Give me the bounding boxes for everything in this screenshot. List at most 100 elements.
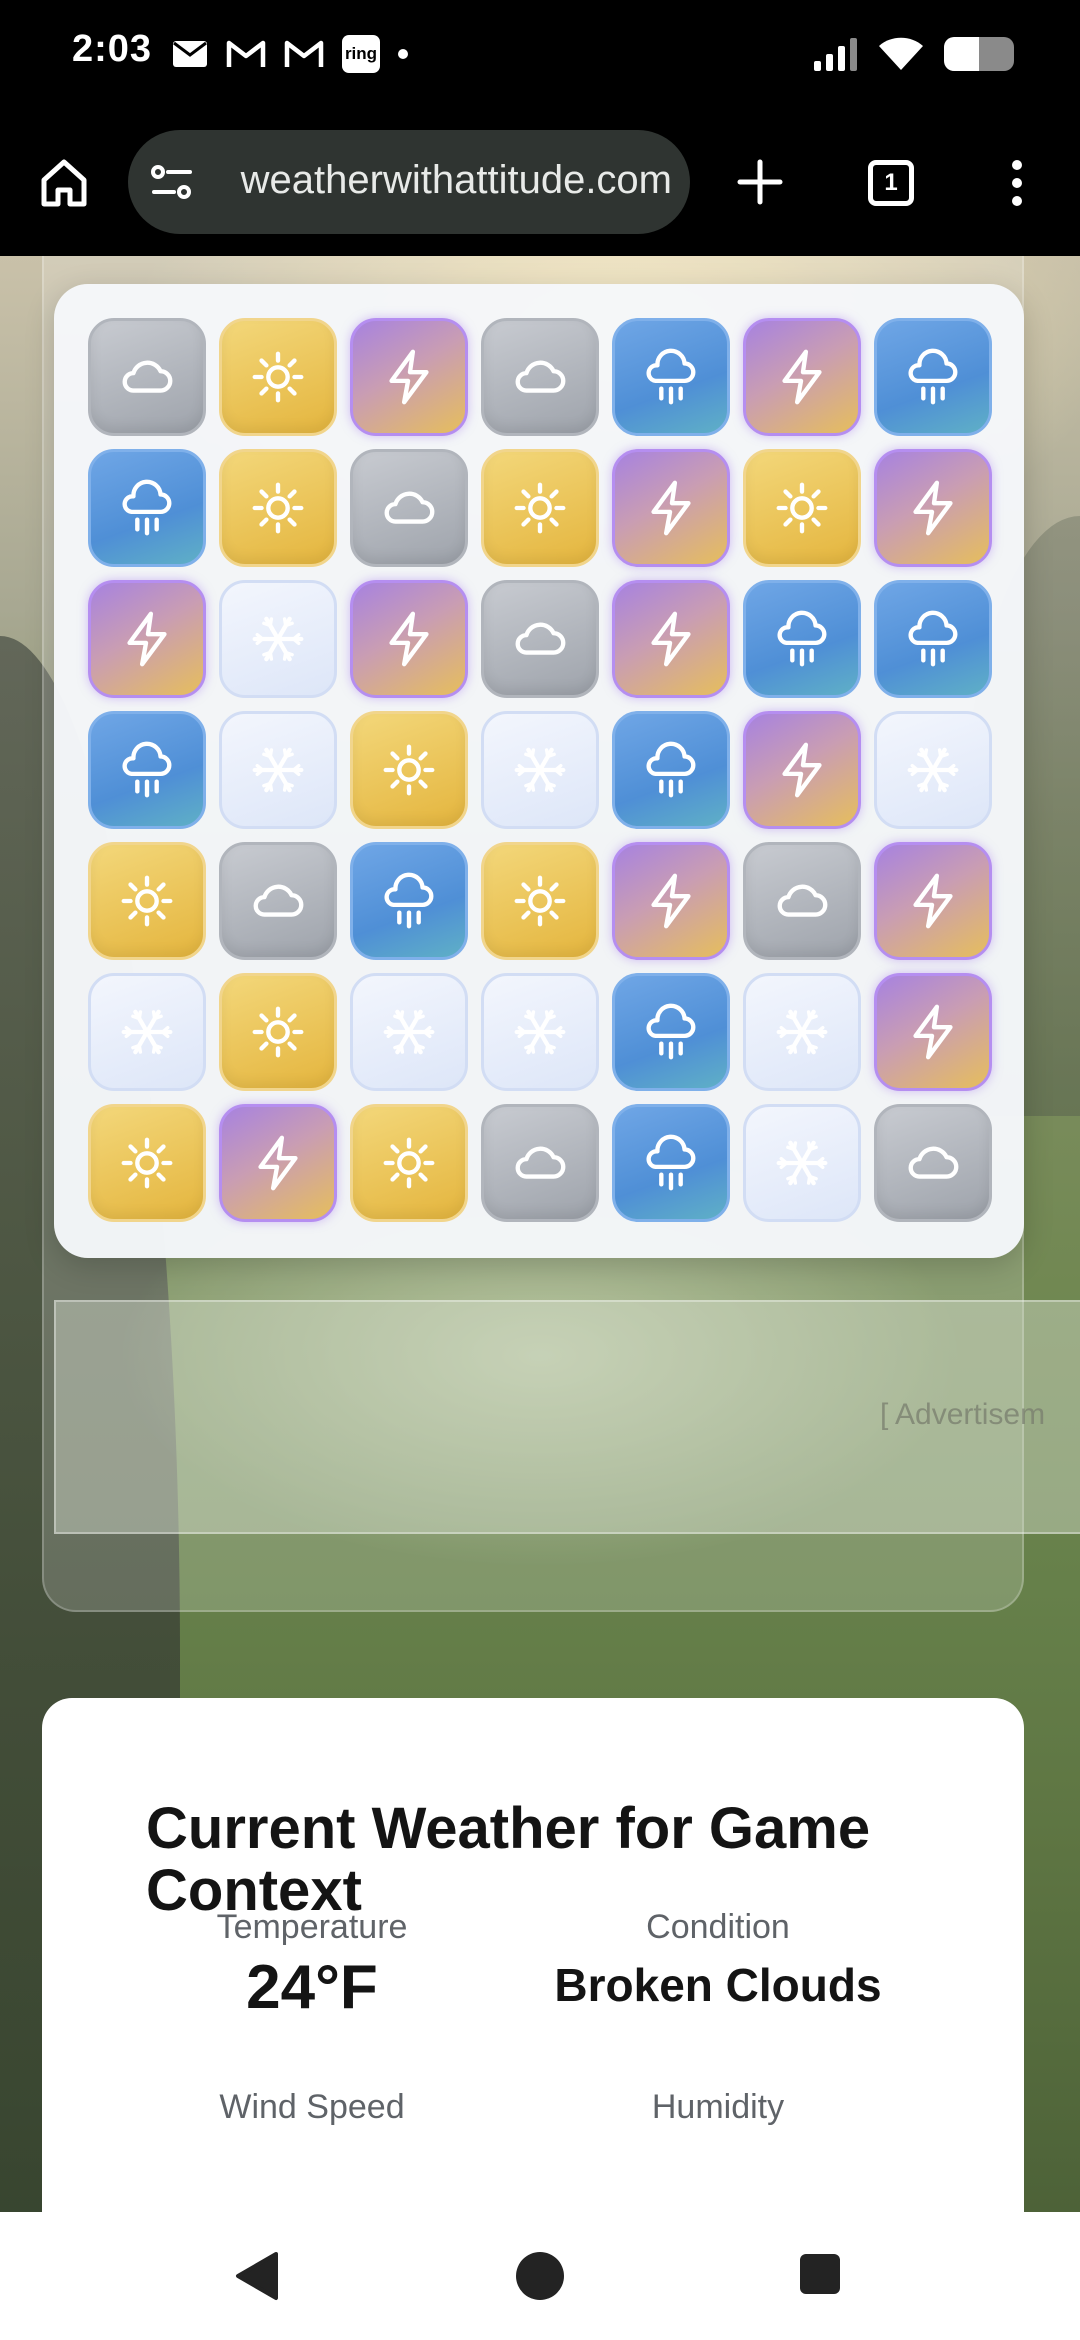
tab-switcher-button[interactable]: 1 <box>868 160 914 206</box>
game-tile-snow[interactable] <box>219 711 337 829</box>
game-board <box>54 284 1024 1258</box>
rain-icon <box>640 1132 702 1194</box>
game-tile-sun[interactable] <box>481 449 599 567</box>
lightning-icon <box>771 346 833 408</box>
snowflake-icon <box>771 1001 833 1063</box>
rain-icon <box>378 870 440 932</box>
game-tile-bolt[interactable] <box>874 449 992 567</box>
game-tile-rain[interactable] <box>88 449 206 567</box>
game-tile-bolt[interactable] <box>743 318 861 436</box>
status-bar: 2:03 ring <box>0 0 1080 108</box>
game-tile-bolt[interactable] <box>874 842 992 960</box>
game-tile-snow[interactable] <box>743 973 861 1091</box>
new-tab-icon[interactable] <box>730 152 790 212</box>
weather-title: Current Weather for Game Context <box>146 1796 871 1923</box>
battery-level <box>944 37 979 71</box>
snowflake-icon <box>247 739 309 801</box>
sun-icon <box>247 346 309 408</box>
game-tile-cloud[interactable] <box>481 1104 599 1222</box>
game-tile-cloud[interactable] <box>743 842 861 960</box>
cloud-icon <box>902 1132 964 1194</box>
game-tile-bolt[interactable] <box>612 449 730 567</box>
game-tile-sun[interactable] <box>743 449 861 567</box>
game-tile-sun[interactable] <box>350 711 468 829</box>
lightning-icon <box>116 608 178 670</box>
recents-icon[interactable] <box>800 2254 840 2294</box>
more-menu-icon[interactable] <box>1002 158 1032 208</box>
lightning-icon <box>640 608 702 670</box>
snowflake-icon <box>378 1001 440 1063</box>
lightning-icon <box>640 870 702 932</box>
game-tile-sun[interactable] <box>88 842 206 960</box>
game-tile-bolt[interactable] <box>88 580 206 698</box>
wifi-icon <box>878 36 924 72</box>
game-tile-sun[interactable] <box>219 449 337 567</box>
game-tile-cloud[interactable] <box>481 318 599 436</box>
snowflake-icon <box>509 739 571 801</box>
sun-icon <box>771 477 833 539</box>
snowflake-icon <box>247 608 309 670</box>
lightning-icon <box>902 477 964 539</box>
game-tile-rain[interactable] <box>874 580 992 698</box>
url-text[interactable]: weatherwithattitude.com <box>212 158 672 206</box>
rain-icon <box>640 346 702 408</box>
game-tile-rain[interactable] <box>612 711 730 829</box>
game-tile-rain[interactable] <box>874 318 992 436</box>
game-tile-bolt[interactable] <box>874 973 992 1091</box>
rain-icon <box>116 477 178 539</box>
game-tile-rain[interactable] <box>612 318 730 436</box>
home-icon[interactable] <box>34 152 94 212</box>
email-icon <box>172 40 208 68</box>
cloud-icon <box>509 346 571 408</box>
sun-icon <box>247 1001 309 1063</box>
system-nav-bar <box>0 2212 1080 2340</box>
snowflake-icon <box>902 739 964 801</box>
address-bar[interactable]: weatherwithattitude.com <box>128 130 690 234</box>
humidity-label: Humidity <box>651 2088 785 2126</box>
lightning-icon <box>771 739 833 801</box>
game-tile-sun[interactable] <box>219 973 337 1091</box>
game-tile-cloud[interactable] <box>88 318 206 436</box>
game-tile-snow[interactable] <box>88 973 206 1091</box>
game-tile-bolt[interactable] <box>350 580 468 698</box>
cloud-icon <box>247 870 309 932</box>
game-tile-cloud[interactable] <box>219 842 337 960</box>
cloud-icon <box>509 1132 571 1194</box>
condition-label: Condition <box>646 1908 790 1946</box>
game-tile-rain[interactable] <box>612 1104 730 1222</box>
snowflake-icon <box>509 1001 571 1063</box>
game-tile-sun[interactable] <box>350 1104 468 1222</box>
game-tile-bolt[interactable] <box>350 318 468 436</box>
system-icons <box>812 32 1014 76</box>
game-tile-snow[interactable] <box>743 1104 861 1222</box>
sun-icon <box>509 870 571 932</box>
game-tile-sun[interactable] <box>219 318 337 436</box>
game-tile-rain[interactable] <box>88 711 206 829</box>
game-tile-sun[interactable] <box>88 1104 206 1222</box>
game-tile-sun[interactable] <box>481 842 599 960</box>
game-tile-bolt[interactable] <box>612 842 730 960</box>
game-tile-rain[interactable] <box>743 580 861 698</box>
game-tile-snow[interactable] <box>219 580 337 698</box>
game-tile-cloud[interactable] <box>350 449 468 567</box>
game-tile-bolt[interactable] <box>743 711 861 829</box>
home-button-icon[interactable] <box>516 2252 564 2300</box>
game-tile-snow[interactable] <box>481 973 599 1091</box>
game-tile-bolt[interactable] <box>219 1104 337 1222</box>
game-tile-cloud[interactable] <box>874 1104 992 1222</box>
game-tile-snow[interactable] <box>350 973 468 1091</box>
rain-icon <box>640 739 702 801</box>
game-tile-rain[interactable] <box>612 973 730 1091</box>
rain-icon <box>902 608 964 670</box>
back-icon[interactable] <box>232 2250 284 2302</box>
site-settings-icon[interactable] <box>150 162 194 202</box>
lightning-icon <box>902 870 964 932</box>
rain-icon <box>116 739 178 801</box>
game-tile-cloud[interactable] <box>481 580 599 698</box>
temperature-value: 24°F <box>246 1953 378 2022</box>
game-tile-snow[interactable] <box>874 711 992 829</box>
game-tile-snow[interactable] <box>481 711 599 829</box>
game-tile-rain[interactable] <box>350 842 468 960</box>
game-tile-bolt[interactable] <box>612 580 730 698</box>
sun-icon <box>116 1132 178 1194</box>
